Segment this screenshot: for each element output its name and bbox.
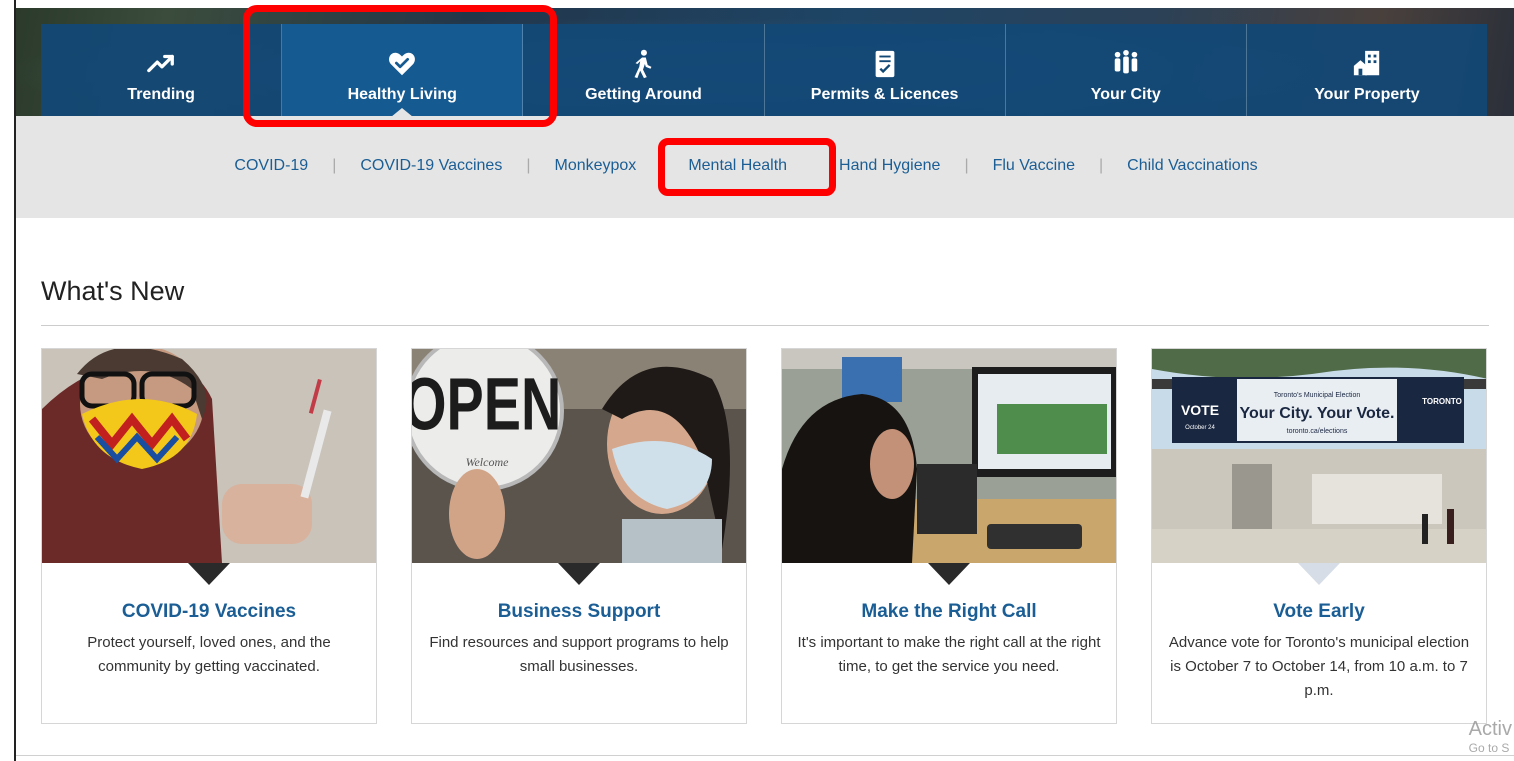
- tab-label: Healthy Living: [347, 86, 457, 103]
- subnav-separator: |: [526, 157, 531, 174]
- card-description: It's important to make the right call at…: [797, 634, 1101, 675]
- card-make-the-right-call[interactable]: Make the Right Call It's important to ma…: [781, 348, 1117, 724]
- trending-icon: [144, 47, 178, 81]
- card-image-election-banner: VOTE October 24 Toronto's Municipal Elec…: [1152, 349, 1486, 563]
- house-icon: [1350, 47, 1384, 81]
- section-heading: What's New: [41, 276, 185, 306]
- card-image-open-sign: OPEN Welcome: [412, 349, 746, 563]
- subnav-link-child-vaccinations[interactable]: Child Vaccinations: [1127, 157, 1257, 175]
- permit-icon: [868, 47, 902, 81]
- subnav-link-covid-19[interactable]: COVID-19: [234, 157, 308, 175]
- subnav-separator: |: [1099, 157, 1104, 174]
- sub-nav: COVID-19 | COVID-19 Vaccines | Monkeypox…: [16, 116, 1514, 218]
- tab-healthy-living[interactable]: Healthy Living: [282, 24, 524, 116]
- open-sign-subtext: Welcome: [466, 455, 510, 469]
- heart-icon: [385, 47, 419, 81]
- card-business-support[interactable]: OPEN Welcome Business Support Find resou…: [411, 348, 747, 724]
- tab-label: Your City: [1090, 86, 1161, 103]
- subnav-link-mental-health[interactable]: Mental Health: [688, 157, 787, 175]
- tab-permits-licences[interactable]: Permits & Licences: [764, 24, 1006, 116]
- card-notch: [1298, 563, 1340, 585]
- tab-label: Getting Around: [585, 86, 702, 103]
- tab-trending[interactable]: Trending: [41, 24, 283, 116]
- banner-url: toronto.ca/elections: [1287, 428, 1348, 435]
- open-sign-text: OPEN: [412, 362, 561, 446]
- subnav-link-hand-hygiene[interactable]: Hand Hygiene: [839, 157, 940, 175]
- card-description: Find resources and support programs to h…: [429, 634, 729, 675]
- card-title: Business Support: [497, 601, 661, 622]
- watermark-line2: Go to S: [1468, 741, 1510, 755]
- tab-label: Your Property: [1314, 86, 1420, 103]
- whats-new-cards: COVID-19 Vaccines Protect yourself, love…: [41, 348, 1489, 724]
- tab-getting-around[interactable]: Getting Around: [523, 24, 765, 116]
- activation-watermark: Activ Go to S: [1469, 718, 1512, 755]
- tab-your-city[interactable]: Your City: [1005, 24, 1247, 116]
- card-notch: [558, 563, 600, 585]
- divider: [16, 755, 1514, 756]
- card-notch: [188, 563, 230, 585]
- banner-date: October 24: [1185, 425, 1215, 431]
- card-notch: [928, 563, 970, 585]
- banner-main: Your City. Your Vote.: [1240, 405, 1395, 422]
- page: Trending Healthy Living Getting Around P…: [14, 0, 1514, 761]
- tab-label: Permits & Licences: [810, 86, 959, 103]
- card-image-vaccination: [42, 349, 376, 563]
- card-covid-vaccines[interactable]: COVID-19 Vaccines Protect yourself, love…: [41, 348, 377, 724]
- card-image-call-centre: [782, 349, 1116, 563]
- card-title: COVID-19 Vaccines: [121, 601, 297, 622]
- watermark-line1: Activ: [1468, 718, 1512, 740]
- card-title: Make the Right Call: [861, 601, 1037, 622]
- card-description: Protect yourself, loved ones, and the co…: [87, 634, 331, 675]
- subnav-separator: |: [332, 157, 337, 174]
- card-description: Advance vote for Toronto's municipal ele…: [1168, 634, 1470, 699]
- tab-label: Trending: [127, 86, 195, 103]
- tab-your-property[interactable]: Your Property: [1246, 24, 1488, 116]
- subnav-link-monkeypox[interactable]: Monkeypox: [554, 157, 636, 175]
- subnav-separator: |: [964, 157, 969, 174]
- subnav-link-flu-vaccine[interactable]: Flu Vaccine: [993, 157, 1075, 175]
- main-nav: Trending Healthy Living Getting Around P…: [41, 24, 1488, 116]
- divider: [41, 325, 1489, 326]
- subnav-link-covid-19-vaccines[interactable]: COVID-19 Vaccines: [360, 157, 502, 175]
- banner-vote: VOTE: [1181, 402, 1219, 418]
- card-vote-early[interactable]: VOTE October 24 Toronto's Municipal Elec…: [1151, 348, 1487, 724]
- card-title: Vote Early: [1273, 601, 1365, 622]
- banner-top: Toronto's Municipal Election: [1274, 392, 1361, 399]
- people-icon: [1109, 47, 1143, 81]
- walking-icon: [626, 47, 660, 81]
- banner-logo: TORONTO: [1422, 397, 1462, 406]
